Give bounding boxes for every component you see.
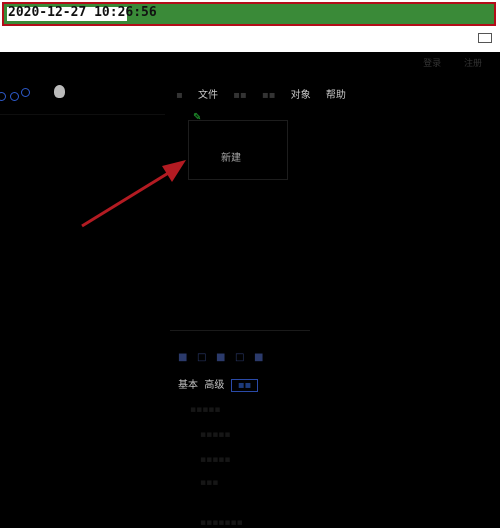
arrow-head [162,160,186,182]
faint-row: ▪▪▪▪▪ [200,455,231,465]
toolbar-icon[interactable]: □ [235,352,244,363]
toolbar-icon[interactable]: □ [197,352,206,363]
faint-row: ▪▪▪▪▪ [190,405,221,415]
toolbar-icon[interactable]: ■ [216,352,225,363]
pointer-arrow [81,160,186,228]
tab-advanced[interactable]: 高级 [204,380,224,391]
tab-basic[interactable]: 基本 [178,380,198,391]
tab-row: 基本 高级 ▪▪ [178,376,259,392]
icon-row: ■ □ ■ □ ■ [178,352,263,363]
arrow-shaft [81,170,171,228]
option-button[interactable]: ▪▪ [230,379,259,392]
faint-row: ▪▪▪▪▪ [200,430,231,440]
panel-divider [170,330,310,331]
faint-row: ▪▪▪▪▪▪▪ [200,518,243,528]
toolbar-icon[interactable]: ■ [178,352,187,363]
toolbar-icon[interactable]: ■ [254,352,263,363]
faint-row: ▪▪▪ [200,478,219,488]
